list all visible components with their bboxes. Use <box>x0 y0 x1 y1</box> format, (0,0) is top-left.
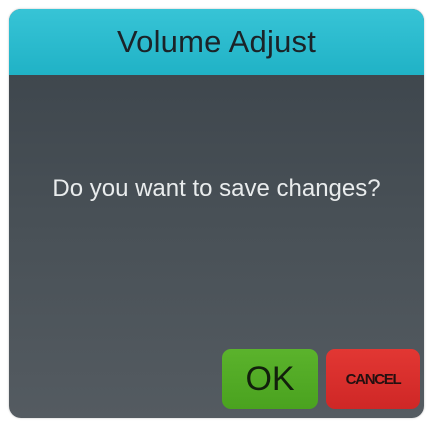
dialog-message: Do you want to save changes? <box>52 175 381 202</box>
dialog-title: Volume Adjust <box>116 24 317 59</box>
dialog-titlebar: Volume Adjust <box>9 9 424 75</box>
cancel-button[interactable]: CANCEL <box>326 349 420 409</box>
ok-button[interactable]: OK <box>222 349 318 409</box>
ok-button-label: OK <box>245 359 295 398</box>
cancel-button-label: CANCEL <box>345 370 402 388</box>
volume-adjust-dialog: Volume Adjust Do you want to save change… <box>9 9 424 418</box>
